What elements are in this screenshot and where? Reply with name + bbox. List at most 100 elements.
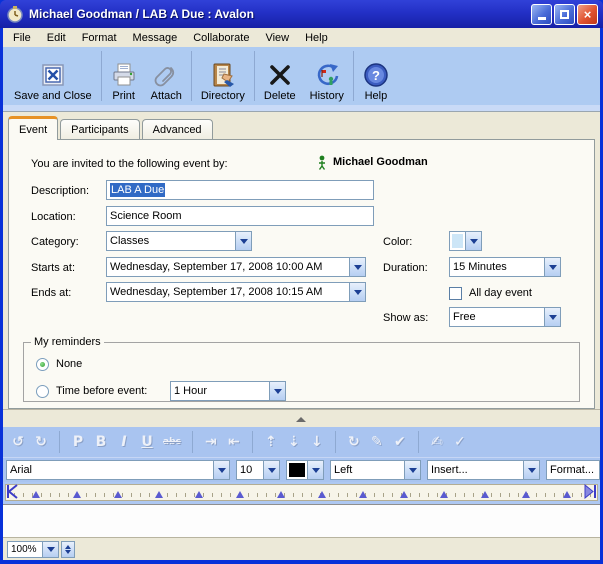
undo-icon[interactable]: ↺ <box>11 435 25 449</box>
insert-value: Insert... <box>428 461 523 479</box>
approve-check-icon[interactable]: ✔ <box>393 435 407 449</box>
ruler-tab-stop[interactable] <box>32 491 40 498</box>
ruler-tab-stop[interactable] <box>563 491 571 498</box>
insert-select[interactable]: Insert... <box>427 460 540 480</box>
paragraph-style-icon[interactable]: P <box>71 435 85 449</box>
menu-edit[interactable]: Edit <box>39 30 74 46</box>
underline-icon[interactable]: U <box>140 435 154 449</box>
location-input[interactable]: Science Room <box>106 206 374 226</box>
ruler-tab-stop[interactable] <box>114 491 122 498</box>
font-size-select[interactable]: 10 <box>236 460 280 480</box>
starts-at-select[interactable]: Wednesday, September 17, 2008 10:00 AM <box>106 257 366 277</box>
ruler-left-margin-marker[interactable] <box>6 484 20 499</box>
reminder-time-select[interactable]: 1 Hour <box>170 381 286 401</box>
show-as-select[interactable]: Free <box>449 307 561 327</box>
ruler-row <box>3 482 600 504</box>
message-body-area[interactable] <box>3 504 600 537</box>
zoom-spinner[interactable] <box>61 541 75 558</box>
ruler-tab-stop[interactable] <box>277 491 285 498</box>
outdent-icon[interactable]: ⇤ <box>227 435 241 449</box>
maximize-button[interactable] <box>554 4 575 25</box>
print-button[interactable]: Print <box>104 49 144 105</box>
chevron-down-icon <box>544 258 560 276</box>
ruler-tab-stop[interactable] <box>481 491 489 498</box>
toolbar-lower-strip <box>3 105 600 112</box>
paperclip-icon <box>153 62 179 88</box>
ruler-tab-stop[interactable] <box>440 491 448 498</box>
ruler-tab-stop[interactable] <box>400 491 408 498</box>
reminder-time-radio[interactable] <box>36 385 49 398</box>
splitter-collapse-icon[interactable] <box>296 417 306 422</box>
help-button[interactable]: ? Help <box>356 49 396 105</box>
directory-button[interactable]: Directory <box>194 49 252 105</box>
menu-help[interactable]: Help <box>297 30 336 46</box>
history-button[interactable]: History <box>303 49 351 105</box>
ruler-tab-stop[interactable] <box>522 491 530 498</box>
category-value: Classes <box>107 232 235 250</box>
font-color-select[interactable] <box>286 460 324 480</box>
ruler[interactable] <box>5 484 598 501</box>
toolbar-divider <box>191 51 192 101</box>
main-toolbar: Save and Close Print Attach <box>3 47 600 105</box>
event-form-panel: You are invited to the following event b… <box>8 139 595 409</box>
ruler-tab-stop[interactable] <box>155 491 163 498</box>
reminder-time-label: Time before event: <box>56 385 147 397</box>
spell-edit-icon[interactable]: ✍ <box>430 435 444 449</box>
space-below-icon[interactable]: ⇣ <box>287 435 301 449</box>
font-name-select[interactable]: Arial <box>6 460 230 480</box>
italic-icon[interactable]: I <box>117 435 131 449</box>
menu-format[interactable]: Format <box>74 30 125 46</box>
spellcheck-icon[interactable]: ✓ <box>453 435 467 449</box>
attach-label: Attach <box>151 90 182 102</box>
menu-view[interactable]: View <box>257 30 297 46</box>
tab-participants[interactable]: Participants <box>60 119 139 139</box>
redo-icon[interactable]: ↻ <box>34 435 48 449</box>
menu-file[interactable]: File <box>5 30 39 46</box>
space-above-icon[interactable]: ⇡ <box>264 435 278 449</box>
zoom-control: 100% <box>7 541 75 558</box>
color-select[interactable] <box>449 231 482 251</box>
toolbar-divider <box>418 431 419 453</box>
tab-advanced[interactable]: Advanced <box>142 119 213 139</box>
save-and-close-button[interactable]: Save and Close <box>7 49 99 105</box>
category-select[interactable]: Classes <box>106 231 252 251</box>
ruler-right-margin-marker[interactable] <box>583 484 597 499</box>
menu-message[interactable]: Message <box>125 30 186 46</box>
strikethrough-icon[interactable]: abc <box>163 438 181 447</box>
menu-collaborate[interactable]: Collaborate <box>185 30 257 46</box>
bold-icon[interactable]: B <box>94 435 108 449</box>
location-label: Location: <box>31 207 76 227</box>
ruler-tab-stop[interactable] <box>318 491 326 498</box>
all-day-checkbox[interactable] <box>449 287 462 300</box>
history-label: History <box>310 90 344 102</box>
menu-bar: File Edit Format Message Collaborate Vie… <box>3 28 600 47</box>
close-button[interactable]: × <box>577 4 598 25</box>
pane-splitter[interactable] <box>3 409 600 427</box>
align-value: Left <box>331 461 404 479</box>
align-select[interactable]: Left <box>330 460 421 480</box>
delete-button[interactable]: Delete <box>257 49 303 105</box>
color-swatch <box>452 234 463 248</box>
duration-select[interactable]: 15 Minutes <box>449 257 561 277</box>
description-input[interactable]: LAB A Due <box>106 180 374 200</box>
format-select[interactable]: Format... <box>546 460 600 480</box>
arrow-down-icon[interactable]: ↓ <box>310 435 324 449</box>
rotate-icon[interactable]: ↻ <box>347 435 361 449</box>
ruler-tab-stop[interactable] <box>73 491 81 498</box>
title-bar[interactable]: Michael Goodman / LAB A Due : Avalon × <box>0 0 603 28</box>
pen-icon[interactable]: ✎ <box>370 435 384 449</box>
tab-strip: Event Participants Advanced <box>3 112 600 139</box>
tab-event[interactable]: Event <box>8 116 58 140</box>
minimize-button[interactable] <box>531 4 552 25</box>
all-day-row: All day event <box>449 283 532 303</box>
svg-text:?: ? <box>372 68 380 83</box>
ruler-tab-stop[interactable] <box>195 491 203 498</box>
reminder-none-radio[interactable] <box>36 358 49 371</box>
zoom-dropdown-button[interactable] <box>43 541 59 558</box>
ruler-tab-stop[interactable] <box>236 491 244 498</box>
ruler-tab-stop[interactable] <box>359 491 367 498</box>
status-bar: 100% <box>3 537 600 560</box>
ends-at-select[interactable]: Wednesday, September 17, 2008 10:15 AM <box>106 282 366 302</box>
indent-icon[interactable]: ⇥ <box>204 435 218 449</box>
attach-button[interactable]: Attach <box>144 49 189 105</box>
